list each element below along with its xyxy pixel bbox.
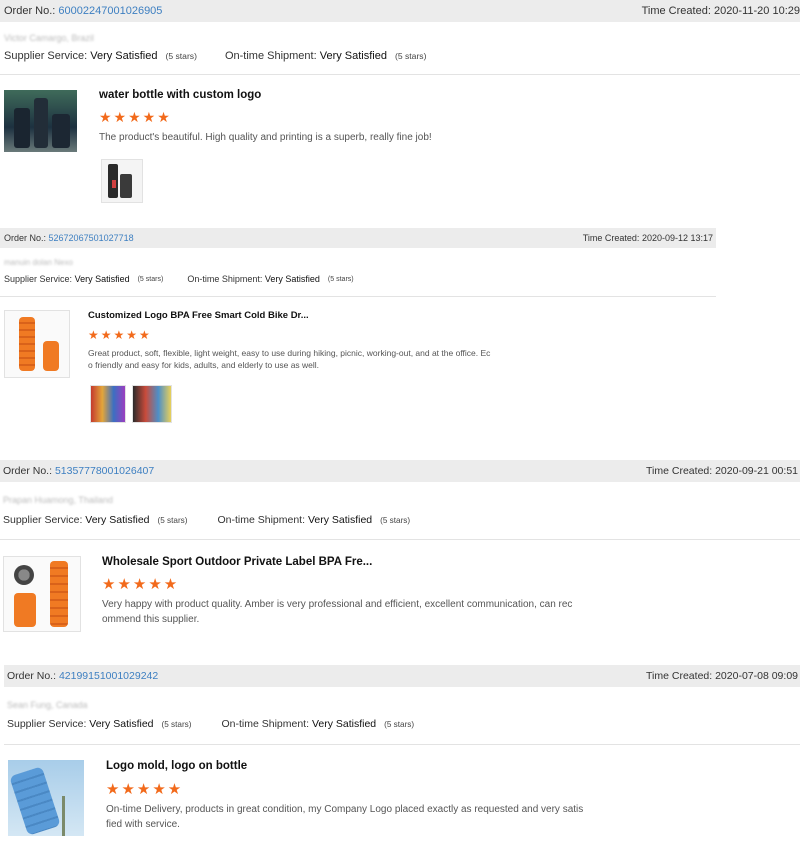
divider [0,74,800,75]
product-image[interactable] [8,760,84,836]
comment-line: fied with service. [106,818,180,830]
order-number: Order No.: 51357778001026407 [3,465,154,477]
review-photo[interactable] [132,385,172,423]
review-comment: On-time Delivery, products in great cond… [106,803,583,832]
shipment-label: On-time Shipment: [221,718,310,730]
order-number: Order No.: 52672067501027718 [4,233,134,243]
buyer-name: Sean Fung, Canada [7,700,88,710]
product-image[interactable] [4,310,70,378]
time-label: Time Created: [646,465,713,477]
time-created: Time Created: 2020-09-12 13:17 [583,233,713,243]
shipment-stars: (5 stars) [384,719,415,729]
comment-line: On-time Delivery, products in great cond… [106,804,584,815]
time-label: Time Created: [582,233,640,243]
review-comment: Very happy with product quality. Amber i… [102,598,572,627]
supplier-service-label: Supplier Service: [7,718,87,730]
time-value: 2020-09-12 13:17 [641,233,713,243]
divider [0,296,716,297]
service-ratings: Supplier Service: Very Satisfied (5 star… [7,718,414,730]
supplier-service-stars: (5 stars) [161,719,192,729]
product-image[interactable] [3,556,81,632]
review-photo[interactable] [90,385,126,423]
order-number-link[interactable]: 52672067501027718 [49,233,134,243]
buyer-name: manuin dolan Nexo [4,258,73,267]
divider [4,744,800,745]
service-ratings: Supplier Service: Very Satisfied (5 star… [4,50,426,62]
time-label: Time Created: [646,670,713,682]
review-card: Order No.: 51357778001026407 Time Create… [0,460,800,635]
product-image[interactable] [4,90,77,152]
supplier-service-value: Very Satisfied [74,274,130,284]
shipment-stars: (5 stars) [394,51,427,61]
buyer-name: Prapan Huamong, Thailand [3,495,113,505]
shipment-value: Very Satisfied [307,514,373,526]
comment-line: Very happy with product quality. Amber i… [102,599,573,610]
review-card: Order No.: 60002247001026905 Time Create… [0,0,800,205]
review-comment: Great product, soft, flexible, light wei… [88,347,490,372]
order-header: Order No.: 52672067501027718 Time Create… [0,228,716,248]
order-number-link[interactable]: 60002247001026905 [58,5,162,17]
shipment-label: On-time Shipment: [217,514,306,526]
review-photo[interactable] [101,159,143,203]
rating-stars: ★★★★★ [102,576,180,593]
time-created: Time Created: 2020-11-20 10:29 [642,5,800,17]
supplier-service-label: Supplier Service: [4,274,73,284]
supplier-service-value: Very Satisfied [89,718,154,730]
order-number: Order No.: 60002247001026905 [4,5,162,17]
product-title[interactable]: water bottle with custom logo [99,89,261,101]
order-header: Order No.: 42199151001029242 Time Create… [4,665,800,687]
service-ratings: Supplier Service: Very Satisfied (5 star… [4,274,354,284]
product-title[interactable]: Customized Logo BPA Free Smart Cold Bike… [88,310,309,321]
shipment-stars: (5 stars) [380,515,411,525]
shipment-stars: (5 stars) [327,275,354,283]
shipment-label: On-time Shipment: [224,50,317,62]
review-card: Order No.: 42199151001029242 Time Create… [4,665,800,846]
comment-line: Great product, soft, flexible, light wei… [88,348,491,358]
service-ratings: Supplier Service: Very Satisfied (5 star… [3,514,410,526]
time-created: Time Created: 2020-09-21 00:51 [646,465,798,477]
time-value: 2020-11-20 10:29 [713,5,800,17]
review-comment: The product's beautiful. High quality an… [99,132,432,143]
order-label: Order No.: [4,5,56,17]
supplier-service-stars: (5 stars) [157,515,188,525]
time-value: 2020-09-21 00:51 [715,465,798,477]
time-created: Time Created: 2020-07-08 09:09 [646,670,798,682]
supplier-service-label: Supplier Service: [3,514,83,526]
shipment-label: On-time Shipment: [187,274,263,284]
comment-line: ommend this supplier. [102,613,200,625]
order-label: Order No.: [4,233,47,243]
shipment-value: Very Satisfied [319,50,387,62]
order-header: Order No.: 51357778001026407 Time Create… [0,460,800,482]
product-title[interactable]: Logo mold, logo on bottle [106,760,247,772]
supplier-service-value: Very Satisfied [85,514,150,526]
rating-stars: ★★★★★ [99,109,172,125]
supplier-service-stars: (5 stars) [137,275,164,283]
order-number-link[interactable]: 51357778001026407 [55,465,154,477]
review-card: Order No.: 52672067501027718 Time Create… [0,228,716,424]
comment-line: o friendly and easy for kids, adults, an… [88,360,320,371]
rating-stars: ★★★★★ [88,328,152,342]
supplier-service-label: Supplier Service: [4,50,88,62]
product-title[interactable]: Wholesale Sport Outdoor Private Label BP… [102,556,372,568]
buyer-name: Victor Camargo, Brazil [4,33,94,43]
order-label: Order No.: [3,465,53,477]
supplier-service-stars: (5 stars) [165,51,197,61]
time-value: 2020-07-08 09:09 [715,670,798,682]
divider [0,539,800,540]
shipment-value: Very Satisfied [311,718,377,730]
shipment-value: Very Satisfied [264,274,320,284]
time-label: Time Created: [641,5,711,17]
order-number: Order No.: 42199151001029242 [7,670,158,682]
supplier-service-value: Very Satisfied [90,50,158,62]
order-label: Order No.: [7,670,57,682]
order-header: Order No.: 60002247001026905 Time Create… [0,0,800,22]
rating-stars: ★★★★★ [106,781,184,798]
order-number-link[interactable]: 42199151001029242 [59,670,158,682]
